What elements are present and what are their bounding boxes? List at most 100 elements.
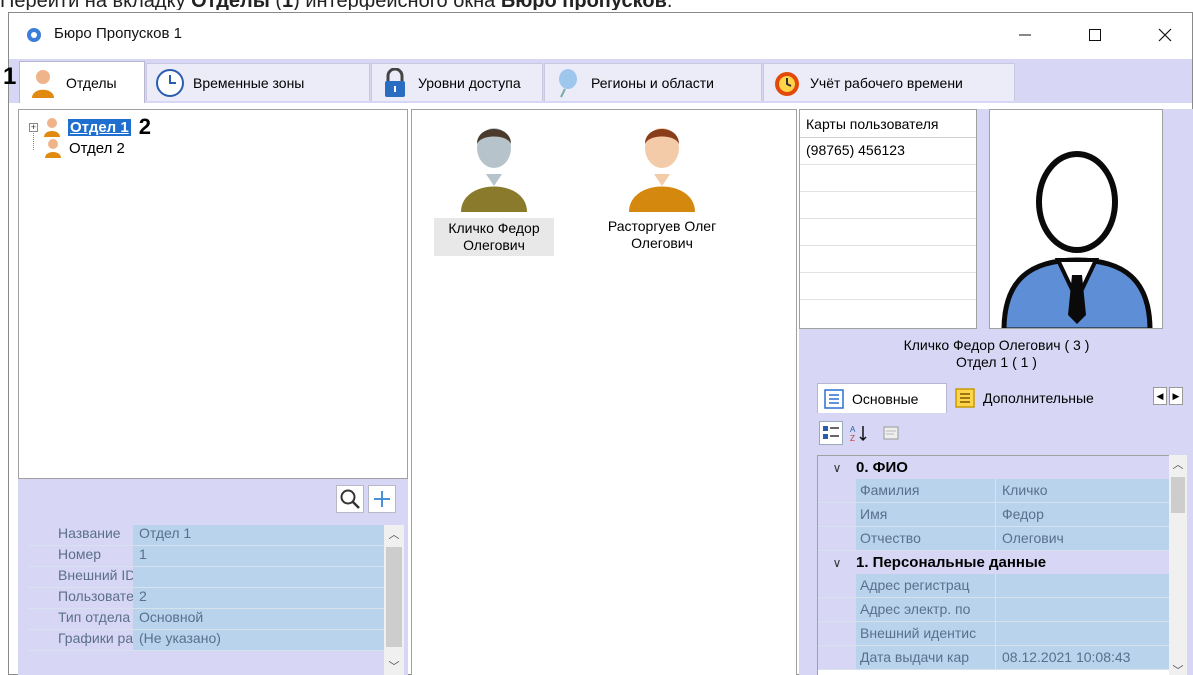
property-value[interactable]: Основной [133, 609, 385, 629]
property-row[interactable]: Адрес электр. по [818, 598, 1186, 622]
minimize-button[interactable] [1002, 19, 1048, 51]
property-row[interactable]: Имя Федор [818, 503, 1186, 527]
property-value[interactable]: 2 [133, 588, 385, 608]
property-value[interactable]: Федор [996, 503, 1186, 526]
tab-additional[interactable]: Дополнительные [949, 383, 1139, 413]
card-row[interactable] [800, 192, 976, 219]
property-value[interactable]: Отдел 1 [133, 525, 385, 545]
property-key: Графики раб [27, 630, 133, 650]
department-properties[interactable]: Название Отдел 1 Номер 1 Внешний ID Пользо… [18, 519, 408, 675]
property-pages-icon [883, 426, 899, 440]
scroll-down-icon[interactable]: ﹀ [384, 657, 404, 675]
close-button[interactable] [1142, 19, 1188, 51]
department-tree[interactable]: + Отдел 1 2 Отдел 2 [18, 109, 408, 479]
user-cards-list[interactable]: Карты пользователя (98765) 456123 [799, 109, 977, 329]
tab-label: Учёт рабочего времени [810, 74, 963, 91]
property-key: Внешний идентис [856, 622, 996, 645]
scroll-up-icon[interactable]: ︿ [1169, 455, 1187, 473]
property-row[interactable]: Номер 1 [27, 546, 385, 567]
tab-label: Дополнительные [983, 390, 1094, 406]
user-name-line2: Олегович [463, 237, 525, 253]
card-row[interactable]: (98765) 456123 [800, 138, 976, 165]
search-button[interactable] [336, 485, 364, 513]
property-row[interactable]: Название Отдел 1 [27, 525, 385, 546]
property-grid-scrollbar[interactable]: ︿ ﹀ [1169, 455, 1187, 675]
selected-user-department: Отдел 1 ( 1 ) [956, 354, 1037, 370]
category-title: 0. ФИО [856, 459, 908, 476]
category-row[interactable]: ∨ 1. Персональные данные [818, 551, 1186, 574]
screen-root: Перейти на вкладку Отделы (1) интерфейсн… [0, 0, 1193, 675]
property-row[interactable]: Внешний идентис [818, 622, 1186, 646]
scroll-down-icon[interactable]: ﹀ [1169, 661, 1187, 675]
user-card[interactable]: Расторгуев Олег Олегович [592, 116, 732, 252]
tab-scroll-right-icon[interactable]: ▶ [1169, 387, 1183, 405]
user-avatar-icon [629, 128, 695, 212]
tab-main[interactable]: Основные [817, 383, 947, 413]
properties-scrollbar[interactable]: ︿ ﹀ [384, 525, 404, 675]
property-value[interactable] [996, 622, 1186, 645]
chevron-down-icon[interactable]: ∨ [818, 461, 856, 475]
tab-label: Отделы [66, 74, 117, 91]
scroll-thumb[interactable] [386, 547, 402, 647]
tab-scroll-left-icon[interactable]: ◀ [1153, 387, 1167, 405]
tab-working-time[interactable]: Учёт рабочего времени [763, 63, 1015, 101]
tree-toolbar [18, 479, 408, 519]
user-property-grid[interactable]: ∨ 0. ФИО Фамилия Кличко Имя Федор Отчество О… [817, 455, 1187, 675]
doc-caption-number: 1 [282, 0, 293, 10]
balloon-icon [553, 68, 583, 98]
property-row[interactable]: Внешний ID [27, 567, 385, 588]
tab-departments[interactable]: Отделы [19, 61, 145, 103]
property-value[interactable] [996, 598, 1186, 621]
maximize-button[interactable] [1072, 19, 1118, 51]
scroll-up-icon[interactable]: ︿ [384, 525, 404, 543]
scroll-thumb[interactable] [1171, 477, 1185, 513]
property-value[interactable] [133, 567, 385, 587]
search-icon [340, 489, 360, 509]
property-grid-toolbar: AZ [817, 413, 1193, 455]
property-row[interactable]: Фамилия Кличко [818, 479, 1186, 503]
property-row[interactable]: Адрес регистрац [818, 574, 1186, 598]
property-row[interactable]: Графики раб (Не указано) [27, 630, 385, 651]
sort-alphabetical-button[interactable]: AZ [847, 421, 871, 445]
tab-access-levels[interactable]: Уровни доступа [371, 63, 543, 101]
doc-caption-text: . [667, 0, 673, 10]
expand-icon[interactable]: + [29, 122, 38, 132]
property-value[interactable]: 1 [133, 546, 385, 566]
add-button[interactable] [368, 485, 396, 513]
property-row[interactable]: Пользовате. 2 [27, 588, 385, 609]
property-pages-button[interactable] [879, 421, 903, 445]
chevron-down-icon[interactable]: ∨ [818, 556, 856, 570]
property-key: Внешний ID [27, 567, 133, 587]
property-value[interactable]: (Не указано) [133, 630, 385, 650]
tree-item-department-2[interactable]: Отдел 2 [43, 138, 125, 158]
window-title: Бюро Пропусков 1 [54, 25, 182, 42]
property-row[interactable]: Тип отдела Основной [27, 609, 385, 630]
property-value[interactable] [996, 574, 1186, 597]
svg-text:Z: Z [850, 434, 855, 443]
tab-label: Регионы и области [591, 74, 714, 91]
property-key: Номер [27, 546, 133, 566]
property-value[interactable]: 08.12.2021 10:08:43 [996, 646, 1186, 669]
tab-time-zones[interactable]: Временные зоны [146, 63, 370, 101]
tree-item-department-1[interactable]: + Отдел 1 2 [29, 114, 151, 140]
property-row[interactable]: Отчество Олегович [818, 527, 1186, 551]
user-details-panel: Карты пользователя (98765) 456123 Кличко… [799, 109, 1193, 675]
sort-az-icon: AZ [850, 425, 867, 443]
department-icon [45, 139, 61, 158]
categorized-button[interactable] [819, 421, 843, 445]
user-card[interactable]: Кличко Федор Олегович [434, 116, 554, 256]
category-row[interactable]: ∨ 0. ФИО [818, 456, 1186, 479]
card-row[interactable] [800, 219, 976, 246]
card-row[interactable] [800, 165, 976, 192]
property-row[interactable]: Дата выдачи кар 08.12.2021 10:08:43 [818, 646, 1186, 670]
title-bar[interactable]: Бюро Пропусков 1 [9, 13, 1192, 58]
tab-regions[interactable]: Регионы и области [544, 63, 762, 101]
card-row[interactable] [800, 246, 976, 273]
doc-caption-text: ( [270, 0, 282, 10]
card-row[interactable] [800, 273, 976, 300]
property-value[interactable]: Олегович [996, 527, 1186, 550]
property-value[interactable]: Кличко [996, 479, 1186, 502]
users-panel[interactable]: Кличко Федор Олегович Расторгуев Олег Олег… [411, 109, 797, 675]
app-icon [27, 28, 41, 42]
tree-item-label: Отдел 2 [69, 139, 125, 157]
